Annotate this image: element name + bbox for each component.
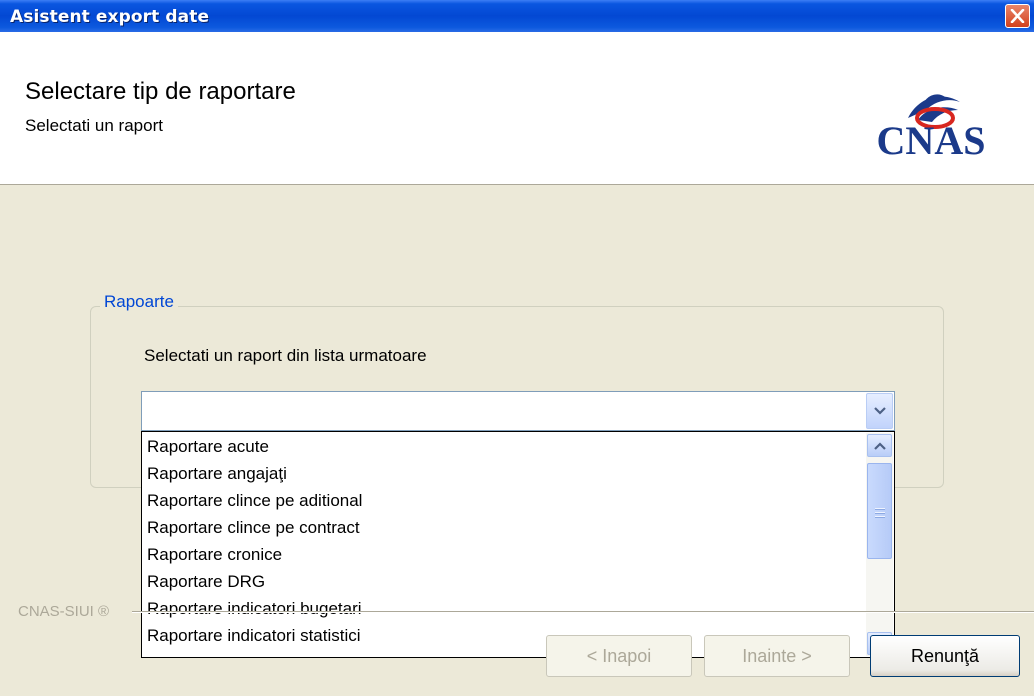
list-item[interactable]: Raportare DRG [147, 570, 265, 594]
report-combobox[interactable] [141, 391, 895, 431]
list-item[interactable]: Raportare clince pe aditional [147, 489, 362, 513]
scroll-grip [875, 508, 885, 520]
chevron-down-icon [874, 407, 886, 415]
next-button[interactable]: Inainte > [704, 635, 850, 677]
report-dropdown-list[interactable]: Raportare acute Raportare angajaţi Rapor… [141, 431, 895, 658]
list-item[interactable]: Raportare indicatori bugetari [147, 597, 362, 621]
list-scrollbar[interactable] [866, 433, 893, 656]
window-title: Asistent export date [10, 7, 210, 27]
wizard-header: Selectare tip de raportare Selectati un … [0, 32, 1034, 185]
logo-text: CNAS [877, 118, 986, 158]
page-title: Selectare tip de raportare [25, 78, 296, 105]
scroll-up-button[interactable] [867, 434, 892, 457]
combo-dropdown-button[interactable] [866, 393, 893, 429]
list-item[interactable]: Raportare angajaţi [147, 462, 287, 486]
chevron-up-icon [874, 442, 886, 450]
cancel-button[interactable]: Renunţă [870, 635, 1020, 677]
page-subtitle: Selectati un raport [25, 116, 163, 135]
group-hint: Selectati un raport din lista urmatoare [144, 346, 427, 365]
version-label: CNAS-SIUI ® [18, 603, 116, 620]
list-item[interactable]: Raportare indicatori statistici [147, 624, 361, 648]
close-icon [1010, 9, 1025, 23]
footer-separator [132, 611, 1034, 613]
back-button[interactable]: < Inapoi [546, 635, 692, 677]
cnas-logo: CNAS [877, 94, 986, 158]
scroll-thumb[interactable] [867, 463, 892, 559]
group-legend: Rapoarte [100, 292, 178, 312]
list-item[interactable]: Raportare acute [147, 435, 269, 459]
title-bar[interactable]: Asistent export date [0, 0, 1034, 32]
list-item[interactable]: Raportare clince pe contract [147, 516, 360, 540]
close-button[interactable] [1005, 4, 1030, 28]
list-item[interactable]: Raportare cronice [147, 543, 282, 567]
